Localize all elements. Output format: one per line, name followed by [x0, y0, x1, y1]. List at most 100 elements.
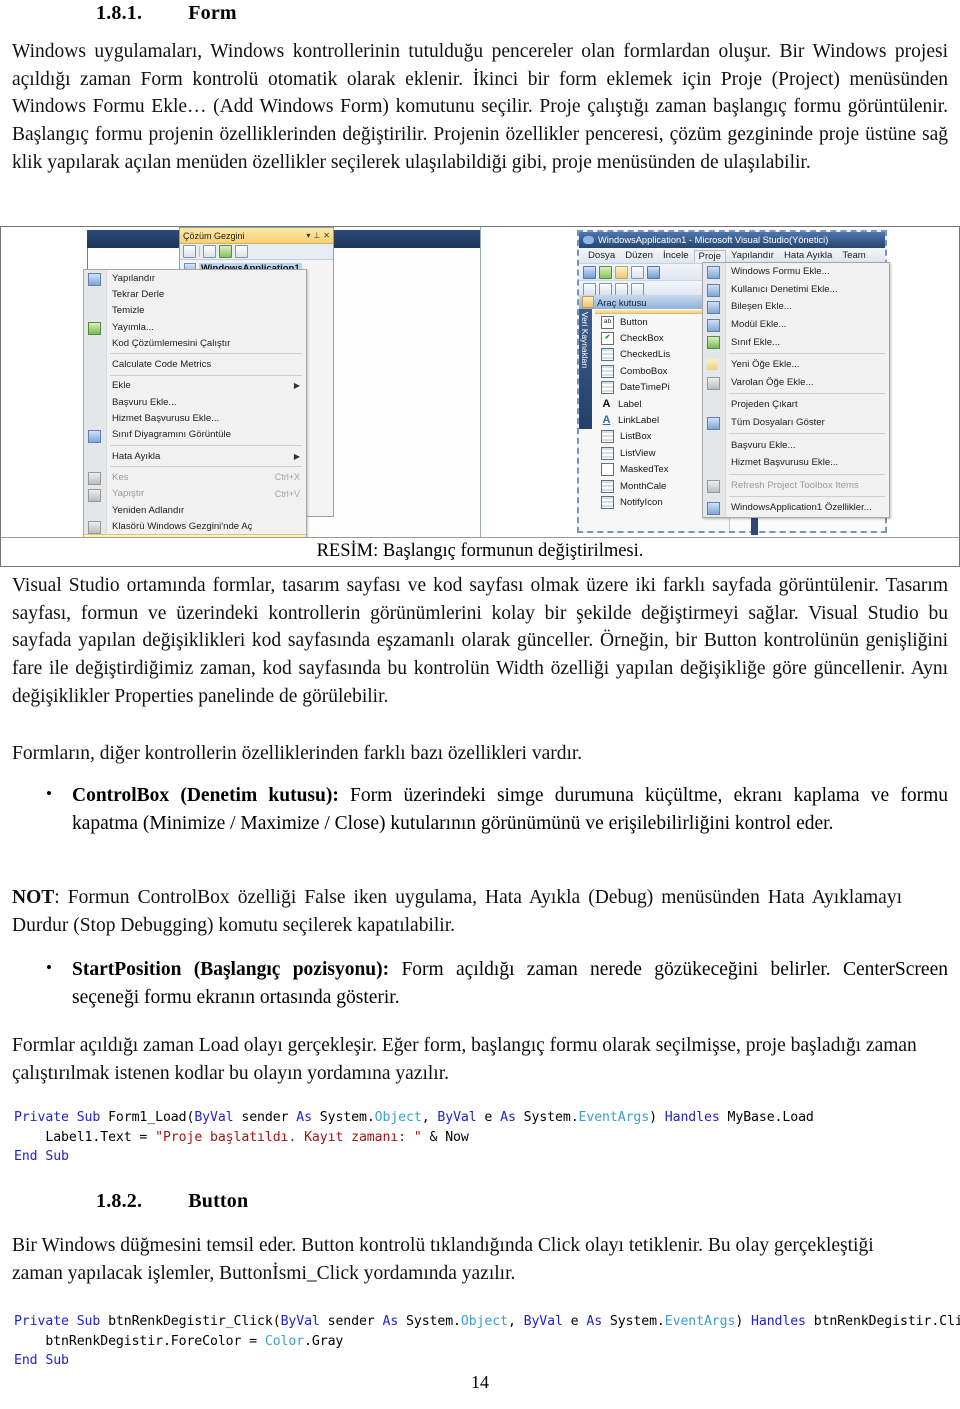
class-icon — [707, 336, 720, 350]
toolbox-item-label: CheckBox — [620, 333, 664, 345]
refresh-icon[interactable] — [219, 245, 232, 258]
existingitem-icon — [707, 376, 720, 390]
refresh-icon — [707, 479, 720, 493]
context-menu-item-ekle[interactable]: Ekle ▶ — [84, 378, 306, 394]
context-menu-item-yapistir[interactable]: Yapıştır Ctrl+V — [84, 486, 306, 502]
menu-item-label: Yeniden Adlandır — [112, 504, 185, 516]
context-menu-item-klasoru-ac[interactable]: Klasörü Windows Gezgini'nde Aç — [84, 518, 306, 535]
show-all-files-icon[interactable] — [203, 245, 216, 258]
proje-menu-item-ozellikler[interactable]: WindowsApplication1 Özellikler... — [703, 499, 889, 517]
context-menu-item-yeniden-adlandir[interactable]: Yeniden Adlandır — [84, 502, 306, 518]
code-ident: Form1_Load( — [108, 1110, 195, 1125]
add-item-icon[interactable] — [631, 265, 644, 279]
view-class-diagram-icon[interactable] — [235, 245, 248, 258]
menu-hata-ayikla[interactable]: Hata Ayıkla — [779, 250, 837, 261]
toolbox-item-label: Label — [618, 398, 642, 410]
menu-incele[interactable]: İncele — [658, 250, 694, 261]
proje-menu-item-tum-dosyalari-goster[interactable]: Tüm Dosyaları Göster — [703, 414, 889, 432]
code-keyword: End Sub — [14, 1149, 69, 1165]
class-diagram-icon — [88, 429, 101, 443]
menu-dosya[interactable]: Dosya — [583, 250, 620, 261]
proje-menu-item-windows-formu-ekle[interactable]: Windows Formu Ekle... — [703, 263, 889, 281]
menu-item-label: Tüm Dosyaları Göster — [731, 417, 825, 429]
code-ident: , — [421, 1110, 438, 1125]
code-ident: btnRenkDegistir.ForeColor = — [14, 1333, 265, 1349]
context-menu-item-yayimla[interactable]: Yayımla... — [84, 319, 306, 335]
intro-paragraph: Windows uygulamaları, Windows kontroller… — [12, 41, 948, 173]
menu-proje[interactable]: Proje — [693, 249, 726, 263]
visual-studio-logo-icon — [583, 236, 594, 244]
properties-page-icon[interactable] — [183, 245, 196, 258]
context-menu-item-tekrar-derle[interactable]: Tekrar Derle — [84, 286, 306, 302]
code-keyword: End Sub — [14, 1353, 69, 1369]
menu-item-label: Windows Formu Ekle... — [731, 266, 830, 278]
align-top-icon[interactable] — [631, 282, 644, 296]
context-menu-item-ozellikler[interactable]: Özellikler Alt+Gir — [84, 534, 306, 538]
toolbox-item-label: Button — [620, 316, 648, 328]
proje-menu-item-yeni-oge-ekle[interactable]: Yeni Öğe Ekle... — [703, 356, 889, 374]
menu-item-label: Başvuru Ekle... — [112, 396, 177, 408]
context-menu-item-yapilandir[interactable]: Yapılandır — [84, 270, 306, 286]
proje-menu-item-modul-ekle[interactable]: Modül Ekle... — [703, 316, 889, 334]
menu-team[interactable]: Team — [837, 250, 870, 261]
code-ident: System. — [311, 1110, 375, 1125]
usercontrol-icon — [707, 283, 720, 297]
open-file-icon[interactable] — [615, 265, 628, 279]
save-icon[interactable] — [647, 265, 660, 279]
menu-yapilandir[interactable]: Yapılandır — [726, 250, 779, 261]
menu-item-label: Özellikler — [112, 537, 151, 538]
proje-menu-item-bilesen-ekle[interactable]: Bileşen Ekle... — [703, 298, 889, 316]
context-menu-item-code-metrics[interactable]: Calculate Code Metrics — [84, 356, 306, 372]
toolbox-item-label: LinkLabel — [618, 415, 660, 427]
toolbox-item-label: NotifyIcon — [620, 496, 663, 508]
toolbar-divider — [199, 246, 200, 257]
list-item-controlbox: ControlBox (Denetim kutusu): Form üzerin… — [46, 782, 948, 837]
toolbox-item-label: DateTimePi — [620, 382, 670, 394]
context-menu-item-kes[interactable]: Kes Ctrl+X — [84, 469, 306, 486]
solution-explorer-toolbar — [180, 244, 333, 260]
open-web-icon[interactable] — [599, 265, 612, 279]
context-menu-item-kod-cozumlemesi[interactable]: Kod Çözümlemesini Çalıştır — [84, 335, 306, 351]
menu-item-label: Yeni Öğe Ekle... — [731, 359, 800, 371]
align-center-icon[interactable] — [599, 282, 612, 296]
context-menu-item-temizle[interactable]: Temizle — [84, 303, 306, 319]
close-icon[interactable]: ✕ — [323, 231, 330, 240]
pin-icon[interactable]: ⊥ — [313, 231, 320, 240]
context-menu-item-basvuru-ekle[interactable]: Başvuru Ekle... — [84, 394, 306, 410]
menu-item-label: Başvuru Ekle... — [731, 439, 796, 451]
proje-menu-item-projeden-cikart[interactable]: Projeden Çıkart — [703, 396, 889, 414]
button-control-icon: ab — [601, 315, 614, 329]
data-sources-label: Veri Kaynakları — [580, 312, 590, 369]
menu-item-label: Sınıf Ekle... — [731, 336, 781, 348]
proje-menu-item-varolan-oge-ekle[interactable]: Varolan Öğe Ekle... — [703, 374, 889, 392]
code-ident: sender — [319, 1314, 383, 1329]
code-ident: Label1.Text = — [14, 1129, 156, 1145]
proje-menu-item-hizmet-basvurusu-ekle[interactable]: Hizmet Başvurusu Ekle... — [703, 454, 889, 472]
data-sources-tab[interactable]: Veri Kaynakları — [579, 309, 592, 429]
code-type: Object — [374, 1110, 422, 1125]
controlbox-bullet-list: ControlBox (Denetim kutusu): Form üzerin… — [46, 782, 948, 837]
code-keyword: As — [500, 1110, 516, 1125]
menu-divider — [729, 433, 885, 435]
proje-menu-item-basvuru-ekle[interactable]: Başvuru Ekle... — [703, 436, 889, 454]
proje-menu-item-refresh-toolbox[interactable]: Refresh Project Toolbox Items — [703, 477, 889, 495]
proje-menu-item-kullanici-denetimi-ekle[interactable]: Kullanıcı Denetimi Ekle... — [703, 281, 889, 299]
new-project-icon[interactable] — [583, 265, 596, 279]
toolbox-item-label: MonthCale — [620, 480, 667, 492]
context-menu-item-hata-ayikla[interactable]: Hata Ayıkla ▶ — [84, 448, 306, 464]
proje-menu-item-sinif-ekle[interactable]: Sınıf Ekle... — [703, 333, 889, 351]
menu-item-label: Klasörü Windows Gezgini'nde Aç — [112, 520, 253, 532]
chevron-down-icon[interactable]: ▾ — [306, 231, 310, 240]
code-ident: e — [476, 1110, 501, 1125]
vs-titlebar: WindowsApplication1 - Microsoft Visual S… — [579, 232, 885, 248]
align-right-icon[interactable] — [615, 282, 628, 296]
code-keyword: As — [586, 1314, 603, 1329]
properties-icon — [707, 502, 720, 516]
menu-duzen[interactable]: Düzen — [620, 250, 658, 261]
code-keyword: As — [382, 1314, 399, 1329]
context-menu-item-sinif-diyagrami[interactable]: Sınıf Diyagramını Görüntüle — [84, 427, 306, 443]
align-left-icon[interactable] — [583, 282, 596, 296]
context-menu-item-hizmet-basvurusu-ekle[interactable]: Hizmet Başvurusu Ekle... — [84, 410, 306, 426]
code-ident: btnRenkDegistir_Click( — [108, 1314, 281, 1329]
menu-item-label: Hizmet Başvurusu Ekle... — [731, 457, 839, 469]
